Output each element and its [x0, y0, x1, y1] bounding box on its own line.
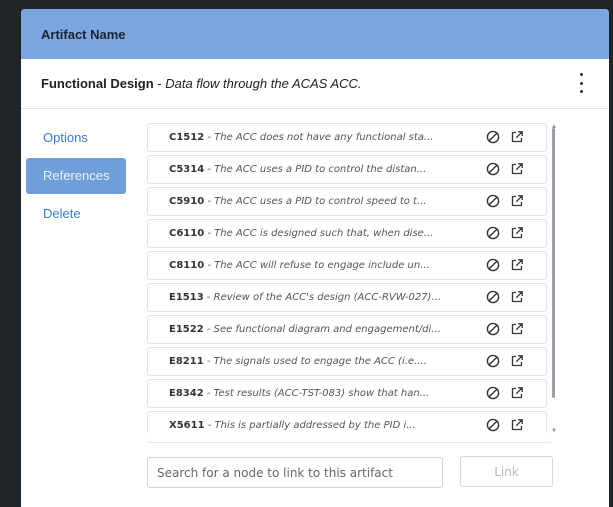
reference-code: E8211	[169, 356, 204, 367]
reference-text: C5314 - The ACC uses a PID to control th…	[148, 164, 459, 175]
reference-description: Review of the ACC's design (ACC-RVW-027)…	[213, 292, 441, 303]
scroll-down-icon[interactable]: ▼	[551, 428, 557, 434]
nav-references[interactable]: References	[26, 158, 126, 194]
reference-row: C8110 - The ACC will refuse to engage in…	[147, 251, 547, 280]
scrollbar-thumb[interactable]	[552, 128, 555, 398]
reference-description: The ACC uses a PID to control the distan…	[214, 164, 427, 175]
reference-row: E8211 - The signals used to engage the A…	[147, 347, 547, 376]
external-link-icon[interactable]	[510, 418, 524, 432]
reference-text: E8342 - Test results (ACC-TST-083) show …	[148, 388, 459, 399]
reference-row: C5314 - The ACC uses a PID to control th…	[147, 155, 547, 184]
reference-text: C1512 - The ACC does not have any functi…	[148, 132, 459, 143]
block-icon[interactable]	[486, 258, 500, 272]
reference-row: C1512 - The ACC does not have any functi…	[147, 123, 547, 152]
artifact-name: Functional Design	[41, 76, 154, 91]
external-link-icon[interactable]	[510, 194, 524, 208]
reference-separator: -	[204, 420, 215, 431]
reference-separator: -	[204, 132, 215, 143]
reference-code: C8110	[169, 260, 205, 271]
artifact-nav: Options References Delete	[26, 120, 126, 234]
reference-row: E8342 - Test results (ACC-TST-083) show …	[147, 379, 547, 408]
external-link-icon[interactable]	[510, 290, 524, 304]
external-link-icon[interactable]	[510, 354, 524, 368]
block-icon[interactable]	[486, 354, 500, 368]
reference-text: X5611 - This is partially addressed by t…	[148, 420, 459, 431]
reference-separator: -	[203, 324, 214, 335]
artifact-description: Data flow through the ACAS ACC.	[165, 76, 362, 91]
reference-description: The ACC is designed such that, when dise…	[214, 228, 434, 239]
scroll-up-icon[interactable]: ▲	[551, 124, 557, 130]
references-list[interactable]: C1512 - The ACC does not have any functi…	[147, 123, 547, 433]
nav-delete[interactable]: Delete	[26, 196, 126, 232]
block-icon[interactable]	[486, 162, 500, 176]
reference-code: C1512	[169, 132, 205, 143]
block-icon[interactable]	[486, 194, 500, 208]
reference-code: C6110	[169, 228, 205, 239]
reference-separator: -	[204, 164, 215, 175]
block-icon[interactable]	[486, 130, 500, 144]
block-icon[interactable]	[486, 290, 500, 304]
external-link-icon[interactable]	[510, 386, 524, 400]
external-link-icon[interactable]	[510, 322, 524, 336]
reference-row: C6110 - The ACC is designed such that, w…	[147, 219, 547, 248]
block-icon[interactable]	[486, 226, 500, 240]
external-link-icon[interactable]	[510, 130, 524, 144]
reference-text: C6110 - The ACC is designed such that, w…	[148, 228, 459, 239]
reference-separator: -	[203, 388, 214, 399]
reference-code: C5314	[169, 164, 205, 175]
reference-code: C5910	[169, 196, 205, 207]
reference-code: E8342	[169, 388, 204, 399]
reference-separator: -	[204, 196, 215, 207]
reference-code: E1522	[169, 324, 204, 335]
reference-code: E1513	[169, 292, 204, 303]
reference-description: The ACC uses a PID to control speed to t…	[214, 196, 427, 207]
nav-options[interactable]: Options	[26, 120, 126, 156]
reference-description: See functional diagram and engagement/di…	[213, 324, 441, 335]
block-icon[interactable]	[486, 418, 500, 432]
link-button[interactable]: Link	[460, 456, 553, 487]
artifact-subheader: Functional Design - Data flow through th…	[21, 59, 609, 109]
search-input[interactable]	[147, 457, 443, 488]
reference-row: E1513 - Review of the ACC's design (ACC-…	[147, 283, 547, 312]
reference-code: X5611	[169, 420, 205, 431]
reference-row: E1522 - See functional diagram and engag…	[147, 315, 547, 344]
reference-separator: -	[203, 292, 214, 303]
block-icon[interactable]	[486, 386, 500, 400]
reference-text: C5910 - The ACC uses a PID to control sp…	[148, 196, 459, 207]
reference-separator: -	[204, 260, 215, 271]
reference-description: The ACC does not have any functional sta…	[214, 132, 434, 143]
artifact-separator: -	[153, 76, 166, 91]
reference-description: This is partially addressed by the PID i…	[214, 420, 416, 431]
reference-description: The ACC will refuse to engage include un…	[214, 260, 430, 271]
reference-text: E1513 - Review of the ACC's design (ACC-…	[148, 292, 459, 303]
reference-text: E8211 - The signals used to engage the A…	[148, 356, 459, 367]
reference-separator: -	[204, 228, 215, 239]
external-link-icon[interactable]	[510, 226, 524, 240]
reference-description: The signals used to engage the ACC (i.e.…	[213, 356, 427, 367]
reference-row: X5611 - This is partially addressed by t…	[147, 411, 547, 433]
kebab-menu-icon[interactable]	[577, 73, 585, 93]
block-icon[interactable]	[486, 322, 500, 336]
reference-text: E1522 - See functional diagram and engag…	[148, 324, 459, 335]
external-link-icon[interactable]	[510, 258, 524, 272]
reference-text: C8110 - The ACC will refuse to engage in…	[148, 260, 459, 271]
reference-row: C5910 - The ACC uses a PID to control sp…	[147, 187, 547, 216]
reference-separator: -	[203, 356, 214, 367]
external-link-icon[interactable]	[510, 162, 524, 176]
panel-header: Artifact Name	[21, 9, 609, 59]
divider	[147, 442, 551, 443]
reference-description: Test results (ACC-TST-083) show that han…	[213, 388, 430, 399]
panel-title: Artifact Name	[41, 26, 126, 42]
